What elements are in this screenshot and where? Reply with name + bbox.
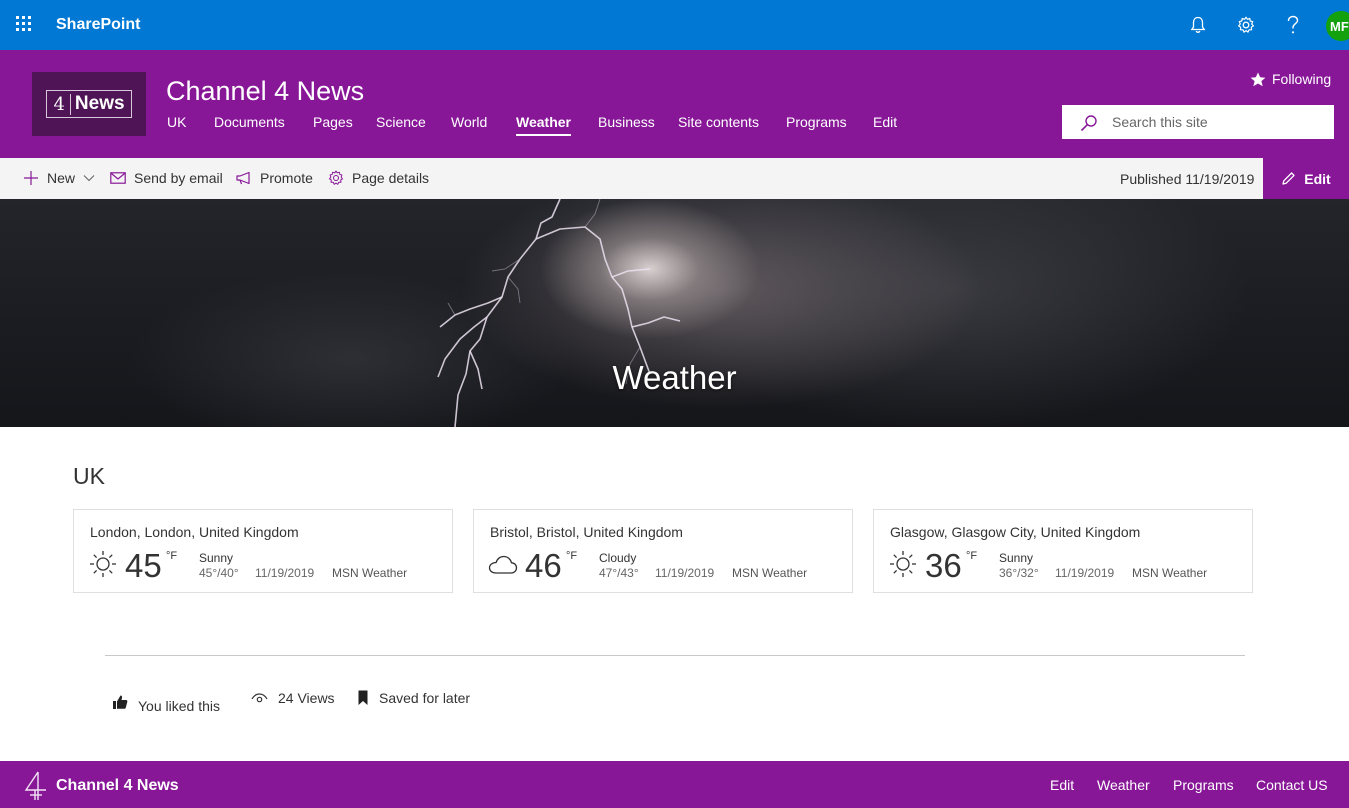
app-brand[interactable]: SharePoint bbox=[56, 16, 140, 34]
plus-icon bbox=[24, 171, 38, 185]
new-button[interactable]: New bbox=[23, 170, 95, 186]
weather-temperature: 45 bbox=[125, 547, 162, 584]
star-icon bbox=[1250, 72, 1266, 86]
bookmark-icon bbox=[358, 690, 368, 705]
app-launcher-icon[interactable] bbox=[14, 14, 34, 34]
avatar[interactable]: MF bbox=[1326, 11, 1349, 41]
nav-item-site-contents[interactable]: Site contents bbox=[678, 114, 759, 130]
weather-range: 36°/32° bbox=[999, 566, 1039, 580]
nav-item-pages[interactable]: Pages bbox=[313, 114, 353, 130]
footer-link-contact-us[interactable]: Contact US bbox=[1256, 777, 1328, 793]
command-bar: New Send by email Promote Page details P… bbox=[0, 158, 1349, 199]
eye-icon bbox=[251, 693, 268, 703]
nav-item-science[interactable]: Science bbox=[376, 114, 426, 130]
gear-icon bbox=[328, 170, 344, 185]
logo-mark: 4 News bbox=[46, 90, 132, 118]
site-title[interactable]: Channel 4 News bbox=[166, 76, 364, 107]
page-details-button[interactable]: Page details bbox=[328, 170, 429, 186]
weather-temperature: 36 bbox=[925, 547, 962, 584]
weather-card-london[interactable]: London, London, United Kingdom 45 °F Sun… bbox=[73, 509, 453, 593]
weather-condition: Cloudy bbox=[599, 551, 637, 565]
footer-link-programs[interactable]: Programs bbox=[1173, 777, 1234, 793]
search-icon bbox=[1080, 115, 1097, 132]
nav-item-business[interactable]: Business bbox=[598, 114, 655, 130]
page-details-label: Page details bbox=[352, 170, 430, 186]
footer-link-weather[interactable]: Weather bbox=[1097, 777, 1150, 793]
weather-location: Bristol, Bristol, United Kingdom bbox=[490, 524, 683, 540]
following-button[interactable]: Following bbox=[1250, 71, 1331, 87]
footer-link-edit[interactable]: Edit bbox=[1050, 777, 1074, 793]
nav-item-edit[interactable]: Edit bbox=[873, 114, 897, 130]
weather-condition: Sunny bbox=[199, 551, 234, 565]
edit-page-button[interactable]: Edit bbox=[1263, 158, 1349, 199]
save-for-later-button[interactable]: Saved for later bbox=[357, 690, 470, 706]
weather-source: MSN Weather bbox=[1132, 566, 1208, 580]
nav-item-weather[interactable]: Weather bbox=[516, 114, 571, 136]
like-label: You liked this bbox=[138, 698, 220, 714]
weather-location: Glasgow, Glasgow City, United Kingdom bbox=[890, 524, 1141, 540]
nav-item-programs[interactable]: Programs bbox=[786, 114, 847, 130]
section-heading: UK bbox=[73, 463, 105, 489]
weather-source: MSN Weather bbox=[332, 566, 408, 580]
promote-button[interactable]: Promote bbox=[236, 170, 313, 186]
section-divider bbox=[105, 655, 1245, 656]
views-label: 24 Views bbox=[278, 690, 335, 706]
weather-range: 45°/40° bbox=[199, 566, 239, 580]
pencil-icon bbox=[1282, 172, 1295, 185]
megaphone-icon bbox=[236, 171, 250, 185]
logo-text: News bbox=[74, 93, 125, 114]
gear-icon[interactable] bbox=[1234, 13, 1258, 37]
weather-date: 11/19/2019 bbox=[1055, 566, 1115, 580]
weather-unit: °F bbox=[566, 550, 578, 562]
cloud-icon bbox=[488, 555, 518, 574]
logo-number: 4 bbox=[53, 93, 71, 115]
hero-banner: Weather bbox=[0, 199, 1349, 427]
site-search[interactable] bbox=[1062, 105, 1334, 139]
weather-date: 11/19/2019 bbox=[255, 566, 315, 580]
following-label: Following bbox=[1272, 71, 1332, 87]
site-footer: Channel 4 News Edit Weather Programs Con… bbox=[0, 761, 1349, 808]
chevron-down-icon bbox=[83, 175, 95, 182]
site-header: 4 News Channel 4 News UK Documents Pages… bbox=[0, 50, 1349, 158]
nav-item-documents[interactable]: Documents bbox=[214, 114, 285, 130]
channel-4-logo-icon[interactable] bbox=[24, 771, 48, 801]
weather-unit: °F bbox=[166, 550, 178, 562]
suite-bar: SharePoint MF bbox=[0, 0, 1349, 50]
search-input[interactable] bbox=[1112, 112, 1312, 132]
weather-date: 11/19/2019 bbox=[655, 566, 715, 580]
nav-item-world[interactable]: World bbox=[451, 114, 487, 130]
thumbs-up-icon bbox=[113, 695, 128, 709]
send-by-email-button[interactable]: Send by email bbox=[110, 170, 223, 186]
weather-card-glasgow[interactable]: Glasgow, Glasgow City, United Kingdom 36… bbox=[873, 509, 1253, 593]
page-title: Weather bbox=[612, 359, 737, 396]
edit-page-label: Edit bbox=[1304, 170, 1331, 187]
like-button[interactable]: You liked this bbox=[112, 690, 220, 714]
site-logo[interactable]: 4 News bbox=[32, 72, 146, 136]
weather-temperature: 46 bbox=[525, 547, 562, 584]
nav-item-uk[interactable]: UK bbox=[167, 114, 186, 130]
promote-label: Promote bbox=[260, 170, 313, 186]
weather-range: 47°/43° bbox=[599, 566, 639, 580]
help-icon[interactable] bbox=[1281, 13, 1305, 37]
weather-condition: Sunny bbox=[999, 551, 1034, 565]
sun-icon bbox=[890, 551, 916, 577]
views-count: 24 Views bbox=[251, 690, 335, 706]
send-by-email-label: Send by email bbox=[134, 170, 223, 186]
weather-card-bristol[interactable]: Bristol, Bristol, United Kingdom 46 °F C… bbox=[473, 509, 853, 593]
weather-unit: °F bbox=[966, 550, 978, 562]
footer-title[interactable]: Channel 4 News bbox=[56, 777, 179, 795]
mail-icon bbox=[110, 172, 126, 184]
weather-source: MSN Weather bbox=[732, 566, 808, 580]
published-date: Published 11/19/2019 bbox=[1120, 171, 1255, 187]
weather-location: London, London, United Kingdom bbox=[90, 524, 299, 540]
sun-icon bbox=[90, 551, 116, 577]
saved-label: Saved for later bbox=[379, 690, 471, 706]
bell-icon[interactable] bbox=[1186, 13, 1210, 37]
new-label: New bbox=[47, 170, 76, 186]
